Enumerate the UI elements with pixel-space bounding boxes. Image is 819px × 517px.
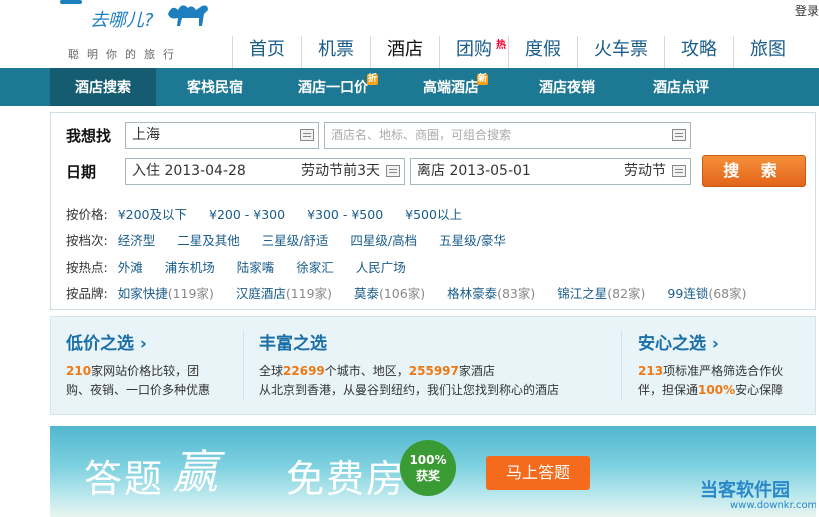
subnav-fixed-price[interactable]: 酒店一口价折	[274, 68, 392, 106]
nav-vacation[interactable]: 度假	[508, 36, 577, 68]
nav-hotels[interactable]: 酒店	[370, 36, 439, 68]
nav-home[interactable]: 首页	[232, 36, 301, 68]
promo-rich-choice[interactable]: 丰富之选 全球22699个城市、地区，255997家酒店 从北京到香港，从曼谷到…	[259, 329, 589, 400]
quiz-banner[interactable]: 答题 赢 免费房 100% 获奖 马上答题 当客软件园 www.downkr.co…	[50, 426, 816, 517]
banner-text-answer: 答题	[84, 457, 165, 501]
price-filter-row: 按价格: ¥200及以下 ¥200 - ¥300 ¥300 - ¥500 ¥50…	[66, 207, 462, 222]
header: 去哪儿? 登录 聪明你的旅行 首页 机票 酒店 团购热 度假 火车票 攻略 旅图	[0, 0, 819, 68]
checkout-calendar-icon[interactable]	[672, 165, 686, 177]
nav-flights[interactable]: 机票	[301, 36, 370, 68]
search-panel: 我想找 上海 酒店名、地标、商圈，可组合搜索 日期 入住 2013-04-28 劳…	[50, 112, 816, 310]
subnav-hotel-search[interactable]: 酒店搜索	[50, 68, 156, 106]
grade-filter-row: 按档次: 经济型 二星及其他 三星级/舒适 四星级/高档 五星级/豪华	[66, 233, 506, 248]
city-picker-icon[interactable]	[300, 129, 314, 141]
price-filter-link[interactable]: ¥200及以下	[118, 207, 187, 222]
watermark: 当客软件园	[700, 480, 790, 501]
divider	[621, 331, 622, 401]
subnav-luxury[interactable]: 高端酒店新	[392, 68, 510, 106]
hotspot-filter-link[interactable]: 浦东机场	[165, 260, 215, 275]
grade-filter-link[interactable]: 经济型	[118, 233, 156, 248]
grade-filter-link[interactable]: 五星级/豪华	[439, 233, 506, 248]
nav-train[interactable]: 火车票	[577, 36, 664, 68]
price-filter-link[interactable]: ¥500以上	[405, 207, 462, 222]
want-label: 我想找	[66, 127, 112, 145]
price-filter-link[interactable]: ¥200 - ¥300	[209, 207, 285, 222]
keyword-picker-icon[interactable]	[672, 129, 686, 141]
banner-text-free-room: 免费房	[286, 457, 407, 501]
grade-filter-link[interactable]: 四星级/高档	[350, 233, 417, 248]
nav-guide[interactable]: 攻略	[664, 36, 733, 68]
grade-filter-link[interactable]: 二星及其他	[177, 233, 240, 248]
subnav-inns[interactable]: 客栈民宿	[156, 68, 274, 106]
quiz-now-button[interactable]: 马上答题	[486, 456, 590, 490]
price-filter-link[interactable]: ¥300 - ¥500	[307, 207, 383, 222]
brand-filter-link[interactable]: 莫泰(106家)	[354, 286, 425, 301]
hot-badge: 热	[496, 40, 506, 51]
camel-logo-icon	[168, 5, 208, 26]
nav-groupbuy[interactable]: 团购热	[439, 36, 508, 68]
chevron-right-icon: ›	[139, 334, 147, 354]
login-link[interactable]: 登录	[795, 2, 819, 19]
watermark-url: www.downkr.com	[730, 500, 816, 511]
slogan: 聪明你的旅行	[68, 48, 182, 61]
hotspot-filter-link[interactable]: 人民广场	[356, 260, 406, 275]
logo[interactable]: 去哪儿?	[90, 6, 154, 32]
brand-filter-link[interactable]: 汉庭酒店(119家)	[236, 286, 332, 301]
hotspot-filter-link[interactable]: 陆家嘴	[237, 260, 275, 275]
search-button[interactable]: 搜 索	[702, 155, 806, 187]
brand-filter-row: 按品牌: 如家快捷(119家) 汉庭酒店(119家) 莫泰(106家) 格林豪泰…	[66, 286, 747, 301]
brand-filter-link[interactable]: 锦江之星(82家)	[557, 286, 645, 301]
checkin-calendar-icon[interactable]	[386, 165, 400, 177]
brand-filter-link[interactable]: 如家快捷(119家)	[118, 286, 214, 301]
date-label: 日期	[66, 163, 97, 181]
promo-low-price[interactable]: 低价之选 › 210家网站价格比较，团 购、夜销、一口价多种优惠	[66, 329, 226, 400]
nav-travel-map[interactable]: 旅图	[733, 36, 802, 68]
hotspot-filter-link[interactable]: 徐家汇	[296, 260, 334, 275]
discount-badge: 折	[366, 74, 378, 85]
subnav-reviews[interactable]: 酒店点评	[624, 68, 738, 106]
subnav-night-sale[interactable]: 酒店夜销	[510, 68, 624, 106]
brand-filter-link[interactable]: 格林豪泰(83家)	[447, 286, 535, 301]
new-badge: 新	[476, 74, 488, 85]
hotel-subnav: 酒店搜索 客栈民宿 酒店一口价折 高端酒店新 酒店夜销 酒店点评	[0, 68, 819, 106]
promo-strip: 低价之选 › 210家网站价格比较，团 购、夜销、一口价多种优惠 丰富之选 全球…	[50, 316, 816, 415]
logo-mark	[60, 0, 82, 4]
promo-safe-choice[interactable]: 安心之选 › 213项标准严格筛选合作伙 伴，担保通100%安心保障	[638, 329, 808, 400]
banner-text-win: 赢	[172, 445, 218, 499]
divider	[243, 331, 244, 401]
city-input[interactable]: 上海	[125, 122, 319, 149]
hotspot-filter-row: 按热点: 外滩 浦东机场 陆家嘴 徐家汇 人民广场	[66, 260, 406, 275]
keyword-input[interactable]: 酒店名、地标、商圈，可组合搜索	[324, 122, 691, 149]
grade-filter-link[interactable]: 三星级/舒适	[262, 233, 329, 248]
hotspot-filter-link[interactable]: 外滩	[118, 260, 143, 275]
main-nav: 首页 机票 酒店 团购热 度假 火车票 攻略 旅图	[232, 36, 802, 68]
prize-badge: 100% 获奖	[400, 440, 456, 496]
brand-filter-link[interactable]: 99连锁(68家)	[667, 286, 746, 301]
checkin-input[interactable]: 入住 2013-04-28 劳动节前3天	[125, 158, 405, 185]
chevron-right-icon: ›	[711, 334, 719, 354]
checkout-input[interactable]: 离店 2013-05-01 劳动节	[410, 158, 691, 185]
